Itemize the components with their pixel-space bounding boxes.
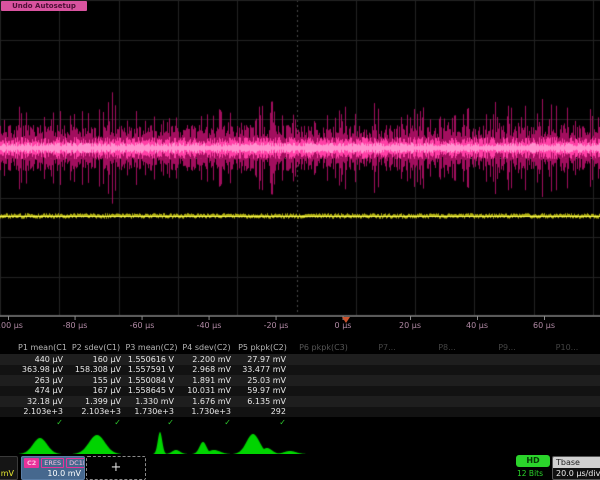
undo-autosetup-button[interactable]: Undo Autosetup xyxy=(1,1,87,11)
table-row-min: 263 µV 155 µV 1.550084 V 1.891 mV 25.03 … xyxy=(0,375,600,386)
cell: 59.97 mV xyxy=(235,386,290,395)
param-header-p6[interactable]: P6 pkpk(C3) xyxy=(290,343,357,352)
cell: 158.308 µV xyxy=(67,365,125,374)
timebase-scale-value: 20.0 µs/div xyxy=(553,468,600,478)
parameter-header-row: P1 mean(C1) P2 sdev(C1) P3 mean(C2) P4 s… xyxy=(0,340,600,354)
param-header-p7[interactable]: P7... xyxy=(357,343,417,352)
channel-c2-descriptor[interactable]: C2 ERES DC1M 10.0 mV xyxy=(21,456,85,480)
c2-channel-badge: C2 xyxy=(24,458,39,468)
waveform-canvas xyxy=(0,0,600,316)
oscilloscope-screen: Undo Autosetup -100 µs -80 µs -60 µs -40… xyxy=(0,0,600,480)
cell: 1.550616 V xyxy=(125,355,178,364)
time-label: -60 µs xyxy=(130,321,155,330)
cell: 27.97 mV xyxy=(235,355,290,364)
cell: 363.98 µV xyxy=(18,365,67,374)
param-status-check: ✓ xyxy=(235,418,290,427)
time-label: -40 µs xyxy=(197,321,222,330)
add-trace-button[interactable]: + xyxy=(86,456,146,480)
table-row-status: ✓ ✓ ✓ ✓ ✓ xyxy=(0,417,600,428)
trigger-position-marker[interactable] xyxy=(342,317,350,323)
cell: 1.730e+3 xyxy=(125,407,178,416)
param-header-p1[interactable]: P1 mean(C1) xyxy=(18,343,67,352)
hd-bits-label: 12 Bits xyxy=(517,469,543,478)
param-header-p8[interactable]: P8... xyxy=(417,343,477,352)
param-header-p4[interactable]: P4 sdev(C2) xyxy=(178,343,235,352)
c2-eres-badge: ERES xyxy=(41,458,64,468)
param-status-check: ✓ xyxy=(125,418,178,427)
c1-scale-value: 10.0 mV xyxy=(0,469,17,478)
cell: 155 µV xyxy=(67,376,125,385)
time-label: -100 µs xyxy=(0,321,23,330)
param-header-p9[interactable]: P9... xyxy=(477,343,537,352)
measurement-table: P1 mean(C1) P2 sdev(C1) P3 mean(C2) P4 s… xyxy=(0,340,600,428)
cell: 2.103e+3 xyxy=(18,407,67,416)
time-label: -80 µs xyxy=(63,321,88,330)
param-status-check: ✓ xyxy=(67,418,125,427)
timebase-title: Tbase xyxy=(553,457,600,468)
table-row-value: 440 µV 160 µV 1.550616 V 2.200 mV 27.97 … xyxy=(0,354,600,365)
c2-coupling-badge: DC1M xyxy=(66,458,85,468)
cell: 1.399 µV xyxy=(67,397,125,406)
time-label: 40 µs xyxy=(466,321,488,330)
table-row-max: 474 µV 167 µV 1.558645 V 10.031 mV 59.97… xyxy=(0,386,600,397)
cell: 6.135 mV xyxy=(235,397,290,406)
cell: 292 xyxy=(235,407,290,416)
param-status-check: ✓ xyxy=(178,418,235,427)
cell: 263 µV xyxy=(18,376,67,385)
bottom-bar: DC1M 10.0 mV C2 ERES DC1M 10.0 mV + HD 1… xyxy=(0,454,600,480)
channel-c1-descriptor[interactable]: DC1M 10.0 mV xyxy=(0,456,18,480)
timebase-descriptor[interactable]: Tbase 20.0 µs/div xyxy=(552,456,600,480)
cell: 1.550084 V xyxy=(125,376,178,385)
cell: 25.03 mV xyxy=(235,376,290,385)
param-header-p5[interactable]: P5 pkpk(C2) xyxy=(235,343,290,352)
time-label: -20 µs xyxy=(264,321,289,330)
table-row-sdev: 32.18 µV 1.399 µV 1.330 mV 1.676 mV 6.13… xyxy=(0,396,600,407)
c2-scale-value: 10.0 mV xyxy=(22,469,84,478)
time-label: 20 µs xyxy=(399,321,421,330)
param-header-p3[interactable]: P3 mean(C2) xyxy=(125,343,178,352)
cell: 10.031 mV xyxy=(178,386,235,395)
time-label: 60 µs xyxy=(533,321,555,330)
param-status-check: ✓ xyxy=(18,418,67,427)
cell: 474 µV xyxy=(18,386,67,395)
table-row-num: 2.103e+3 2.103e+3 1.730e+3 1.730e+3 292 xyxy=(0,407,600,418)
cell: 160 µV xyxy=(67,355,125,364)
waveform-display: Undo Autosetup xyxy=(0,0,600,316)
cell: 1.676 mV xyxy=(178,397,235,406)
hd-mode-badge[interactable]: HD xyxy=(516,455,550,467)
cell: 1.330 mV xyxy=(125,397,178,406)
cell: 2.968 mV xyxy=(178,365,235,374)
cell: 1.558645 V xyxy=(125,386,178,395)
time-axis: -100 µs -80 µs -60 µs -40 µs -20 µs 0 µs… xyxy=(0,316,600,337)
cell: 1.891 mV xyxy=(178,376,235,385)
cell: 167 µV xyxy=(67,386,125,395)
param-header-p10[interactable]: P10... xyxy=(537,343,597,352)
cell: 1.557591 V xyxy=(125,365,178,374)
cell: 440 µV xyxy=(18,355,67,364)
cell: 33.477 mV xyxy=(235,365,290,374)
cell: 2.103e+3 xyxy=(67,407,125,416)
param-header-p2[interactable]: P2 sdev(C1) xyxy=(67,343,125,352)
cell: 32.18 µV xyxy=(18,397,67,406)
histicon-canvas xyxy=(0,429,600,457)
cell: 2.200 mV xyxy=(178,355,235,364)
cell: 1.730e+3 xyxy=(178,407,235,416)
table-row-mean: 363.98 µV 158.308 µV 1.557591 V 2.968 mV… xyxy=(0,365,600,376)
